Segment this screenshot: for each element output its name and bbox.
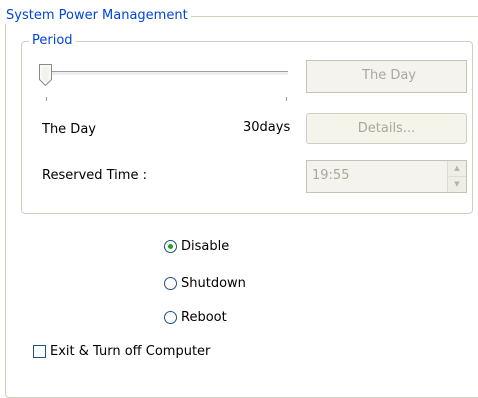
radio-shutdown[interactable] — [164, 277, 177, 290]
radio-disable[interactable] — [164, 240, 177, 253]
slider-max-label: 30days — [243, 120, 291, 135]
exit-turn-off-label[interactable]: Exit & Turn off Computer — [50, 344, 210, 360]
radio-selected-dot-icon — [168, 244, 173, 249]
period-value-display: The Day — [306, 60, 467, 93]
period-title: Period — [29, 33, 76, 49]
reserved-time-spinner[interactable]: ▲ ▼ — [447, 161, 466, 192]
radio-reboot-label[interactable]: Reboot — [181, 310, 227, 326]
reserved-time-value: 19:55 — [312, 168, 350, 183]
radio-disable-label[interactable]: Disable — [181, 239, 229, 255]
slider-tick-max — [286, 97, 287, 101]
details-button[interactable]: Details... — [306, 113, 467, 144]
radio-reboot[interactable] — [164, 311, 177, 324]
reserved-time-label: Reserved Time : — [42, 168, 147, 183]
system-power-management-title: System Power Management — [3, 8, 191, 24]
radio-shutdown-label[interactable]: Shutdown — [181, 276, 246, 292]
exit-turn-off-checkbox[interactable] — [33, 345, 46, 358]
reserved-time-input[interactable]: 19:55 ▲ ▼ — [306, 160, 467, 193]
spin-down-icon[interactable]: ▼ — [448, 176, 466, 192]
period-slider-track[interactable] — [46, 71, 288, 76]
period-slider-thumb[interactable] — [39, 64, 52, 86]
slider-tick-min — [46, 97, 47, 101]
slider-min-label: The Day — [42, 122, 96, 137]
